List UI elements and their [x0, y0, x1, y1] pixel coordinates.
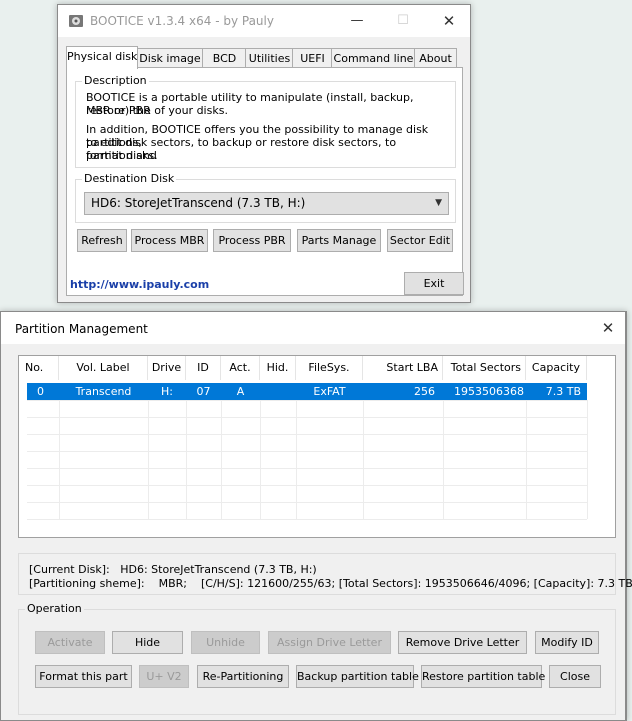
tab-disk-image[interactable]: Disk image [136, 48, 204, 68]
tab-utilities[interactable]: Utilities [245, 48, 294, 68]
minimize-button[interactable]: — [334, 5, 380, 37]
disk-info-box: [Current Disk]: HD6: StoreJetTranscend (… [18, 553, 632, 595]
destination-disk-legend: Destination Disk [82, 172, 177, 185]
column-act[interactable]: Act. [221, 356, 260, 380]
destination-disk-group: Destination Disk HD6: StoreJetTranscend … [75, 172, 456, 223]
partition-list-header: No. Vol. Label Drive ID Act. Hid. FileSy… [19, 356, 615, 380]
column-no[interactable]: No. [19, 356, 59, 380]
column-id[interactable]: ID [186, 356, 221, 380]
modify-id-button[interactable]: Modify ID [535, 631, 599, 654]
tab-about[interactable]: About [414, 48, 457, 68]
cell-id: 07 [196, 385, 211, 398]
tab-physical-disk[interactable]: Physical disk [66, 46, 138, 69]
u-plus-v2-button[interactable]: U+ V2 [139, 665, 189, 688]
website-link[interactable]: http://www.ipauly.com [70, 278, 209, 291]
unhide-button[interactable]: Unhide [191, 631, 260, 654]
maximize-button[interactable]: ☐ [380, 5, 426, 37]
description-legend: Description [82, 74, 149, 87]
table-row[interactable]: 0 Transcend H: 07 A ExFAT 256 1953506368… [27, 383, 587, 400]
cell-total-sectors: 1953506368 [454, 385, 524, 398]
partition-list[interactable]: No. Vol. Label Drive ID Act. Hid. FileSy… [18, 355, 616, 538]
format-partition-button[interactable]: Format this part [35, 665, 132, 688]
destination-disk-select[interactable]: HD6: StoreJetTranscend (7.3 TB, H:) ▼ [84, 192, 449, 215]
grid-line [27, 434, 587, 435]
grid-line [27, 417, 587, 418]
cell-vol-label: Transcend [75, 385, 132, 398]
cell-start-lba: 256 [414, 385, 435, 398]
parts-manage-button[interactable]: Parts Manage [297, 229, 381, 252]
process-pbr-button[interactable]: Process PBR [213, 229, 291, 252]
grid-line [587, 400, 588, 519]
remove-drive-letter-button[interactable]: Remove Drive Letter [398, 631, 527, 654]
partition-scheme-value: MBR; [158, 577, 187, 590]
column-hid[interactable]: Hid. [260, 356, 296, 380]
process-mbr-button[interactable]: Process MBR [131, 229, 208, 252]
cell-drive: H: [161, 385, 173, 398]
repartitioning-button[interactable]: Re-Partitioning [197, 665, 289, 688]
current-disk-line: [Current Disk]: HD6: StoreJetTranscend (… [29, 563, 317, 576]
grid-line [296, 400, 297, 519]
partition-scheme-label: [Partitioning sheme]: [29, 577, 145, 590]
grid-line [27, 502, 587, 503]
grid-line [27, 468, 587, 469]
bootice-title: BOOTICE v1.3.4 x64 - by Pauly [90, 14, 274, 28]
destination-disk-value: HD6: StoreJetTranscend (7.3 TB, H:) [91, 196, 306, 210]
grid-line [526, 400, 527, 519]
bootice-titlebar[interactable]: BOOTICE v1.3.4 x64 - by Pauly — ☐ ✕ [58, 5, 470, 37]
grid-line [443, 400, 444, 519]
backup-partition-table-button[interactable]: Backup partition table [296, 665, 419, 688]
disk-geometry-value: [C/H/S]: 121600/255/63; [Total Sectors]:… [200, 577, 632, 590]
partition-scheme-line: [Partitioning sheme]: MBR; [C/H/S]: 1216… [29, 577, 632, 590]
grid-line [221, 400, 222, 519]
current-disk-label: [Current Disk]: [29, 563, 110, 576]
column-total-sectors[interactable]: Total Sectors [443, 356, 526, 380]
hide-button[interactable]: Hide [112, 631, 183, 654]
partition-management-title: Partition Management [15, 322, 148, 336]
physical-disk-panel: Description BOOTICE is a portable utilit… [66, 67, 463, 296]
grid-line [59, 400, 60, 519]
operation-group: Operation Activate Hide Unhide Assign Dr… [18, 602, 616, 715]
bootice-app-icon [69, 15, 83, 27]
grid-line [186, 400, 187, 519]
cell-no: 0 [37, 385, 44, 398]
grid-line [27, 451, 587, 452]
close-button[interactable]: Close [549, 665, 601, 688]
description-line-2: MBR or PBR of your disks. [86, 104, 228, 117]
grid-line [27, 400, 587, 401]
chevron-down-icon: ▼ [435, 198, 442, 208]
cell-act: A [236, 385, 245, 398]
cell-capacity: 7.3 TB [545, 385, 581, 398]
current-disk-value: HD6: StoreJetTranscend (7.3 TB, H:) [120, 563, 317, 576]
grid-line [148, 400, 149, 519]
operation-legend: Operation [25, 602, 84, 615]
refresh-button[interactable]: Refresh [77, 229, 127, 252]
grid-line [260, 400, 261, 519]
bootice-window: BOOTICE v1.3.4 x64 - by Pauly — ☐ ✕ Phys… [57, 4, 471, 303]
description-line-5: format disks. [86, 149, 158, 162]
column-drive[interactable]: Drive [148, 356, 186, 380]
column-start-lba[interactable]: Start LBA [363, 356, 443, 380]
sector-edit-button[interactable]: Sector Edit [387, 229, 453, 252]
exit-button[interactable]: Exit [404, 272, 464, 295]
close-icon[interactable]: ✕ [585, 312, 631, 344]
tab-command-line[interactable]: Command line [331, 48, 416, 68]
activate-button[interactable]: Activate [35, 631, 105, 654]
description-group: Description BOOTICE is a portable utilit… [75, 74, 456, 168]
partition-management-window: Partition Management ✕ No. Vol. Label Dr… [0, 311, 632, 721]
cell-filesys: ExFAT [313, 385, 346, 398]
tab-bcd[interactable]: BCD [202, 48, 247, 68]
tab-uefi[interactable]: UEFI [292, 48, 333, 68]
close-button[interactable]: ✕ [426, 5, 472, 37]
partition-management-titlebar[interactable]: Partition Management ✕ [1, 312, 625, 344]
assign-drive-letter-button[interactable]: Assign Drive Letter [268, 631, 391, 654]
grid-line [27, 485, 587, 486]
restore-partition-table-button[interactable]: Restore partition table [421, 665, 545, 688]
cell-hid [260, 383, 296, 400]
grid-line [363, 400, 364, 519]
column-capacity[interactable]: Capacity [526, 356, 587, 380]
column-vol-label[interactable]: Vol. Label [59, 356, 148, 380]
grid-line [27, 519, 587, 520]
column-filesys[interactable]: FileSys. [296, 356, 363, 380]
